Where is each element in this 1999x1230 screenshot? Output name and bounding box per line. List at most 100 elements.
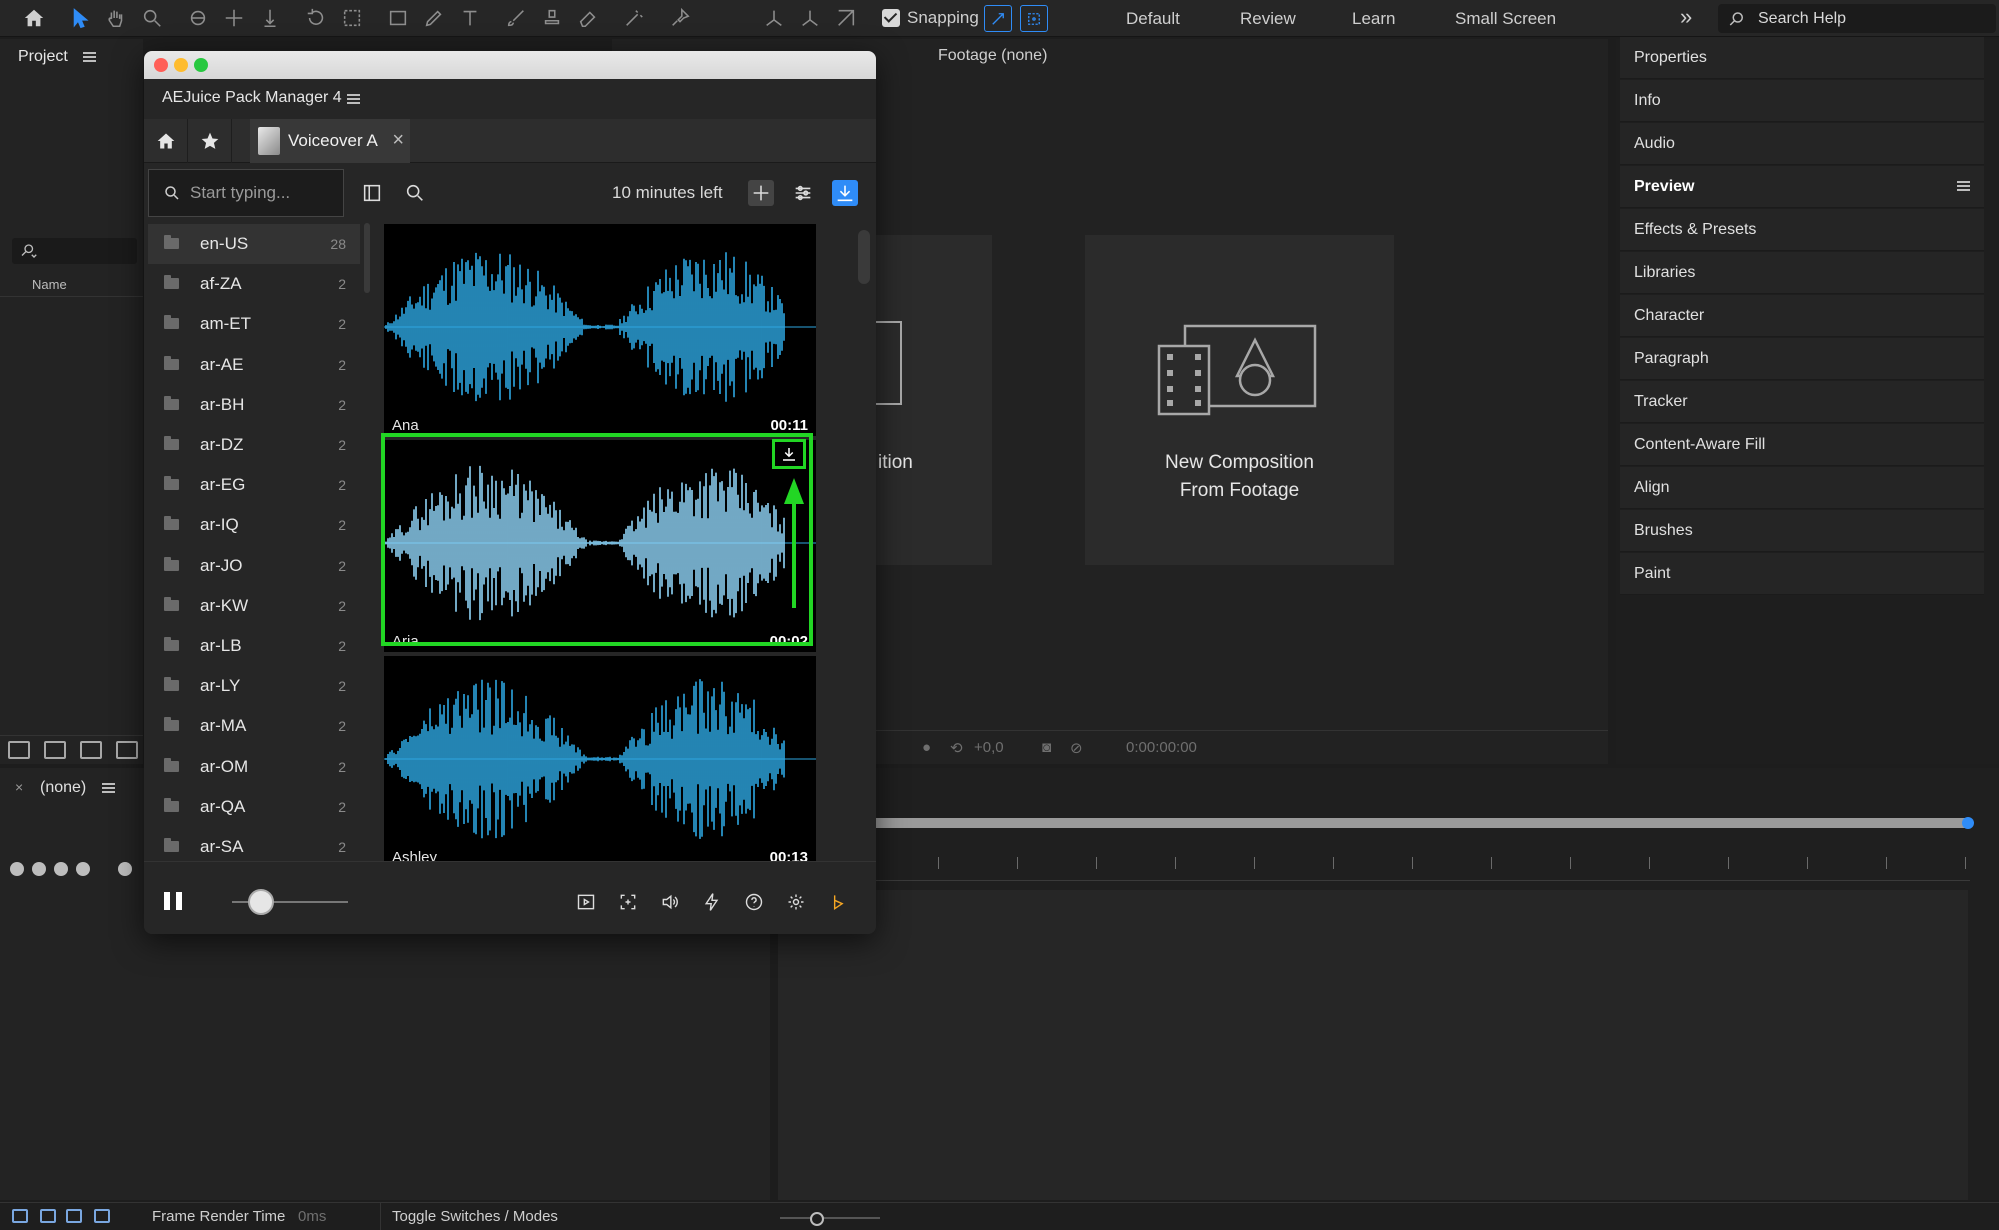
name-column-header[interactable]: Name bbox=[0, 273, 143, 297]
language-search-input[interactable]: Start typing... bbox=[148, 169, 344, 217]
snapping-checkbox[interactable] bbox=[882, 9, 900, 27]
project-search-input[interactable] bbox=[12, 238, 137, 264]
language-list-scrollbar[interactable] bbox=[364, 223, 370, 293]
clone-stamp-tool-icon[interactable] bbox=[538, 4, 566, 32]
panel-paragraph[interactable]: Paragraph bbox=[1620, 338, 1984, 380]
project-settings-icon[interactable] bbox=[116, 741, 138, 759]
work-area-bar[interactable] bbox=[870, 817, 1974, 829]
frame-blend-icon[interactable] bbox=[66, 1209, 82, 1223]
toggle-sidebar-icon[interactable] bbox=[359, 180, 385, 206]
favorites-tab-button[interactable] bbox=[188, 119, 232, 163]
voice-card-ana[interactable]: Ana 00:11 bbox=[384, 224, 816, 436]
help-icon[interactable] bbox=[742, 890, 766, 914]
panel-audio[interactable]: Audio bbox=[1620, 123, 1984, 165]
sound-icon[interactable] bbox=[658, 890, 682, 914]
snapping-toggle[interactable]: Snapping bbox=[882, 8, 979, 28]
aejuice-logo-icon[interactable] bbox=[826, 890, 850, 914]
voice-card-ashley[interactable]: Ashley 00:13 bbox=[384, 656, 816, 868]
panel-info[interactable]: Info bbox=[1620, 80, 1984, 122]
minimize-window-button[interactable] bbox=[174, 58, 188, 72]
search-help-field[interactable]: Search Help bbox=[1718, 4, 1996, 33]
workspace-learn[interactable]: Learn bbox=[1352, 9, 1395, 29]
language-item-ar-sa[interactable]: ar-SA 2 bbox=[148, 827, 360, 861]
label-tag-icon[interactable] bbox=[118, 862, 132, 876]
solo-icon[interactable] bbox=[54, 862, 68, 876]
footage-panel-title[interactable]: Footage (none) bbox=[938, 47, 1047, 65]
language-item-ar-jo[interactable]: ar-JO 2 bbox=[148, 546, 360, 586]
search-icon[interactable] bbox=[402, 180, 428, 206]
workspace-default[interactable]: Default bbox=[1126, 9, 1180, 29]
motion-blur-icon[interactable] bbox=[94, 1209, 110, 1223]
render-icon[interactable] bbox=[12, 1209, 28, 1223]
language-item-am-et[interactable]: am-ET 2 bbox=[148, 304, 360, 344]
axis-local-icon[interactable] bbox=[760, 4, 788, 32]
pen-tool-icon[interactable] bbox=[420, 4, 448, 32]
panel-brushes[interactable]: Brushes bbox=[1620, 510, 1984, 552]
panel-content-aware-fill[interactable]: Content-Aware Fill bbox=[1620, 424, 1984, 466]
filter-sliders-icon[interactable] bbox=[790, 180, 816, 206]
import-download-icon[interactable] bbox=[832, 180, 858, 206]
home-tab-button[interactable] bbox=[144, 119, 188, 163]
axis-world-icon[interactable] bbox=[796, 4, 824, 32]
timeline-title[interactable]: (none) bbox=[40, 779, 86, 797]
preview-play-icon[interactable] bbox=[574, 890, 598, 914]
orbit-tool-icon[interactable] bbox=[184, 4, 212, 32]
timeline-menu-icon[interactable] bbox=[102, 783, 115, 793]
timeline-close-icon[interactable]: × bbox=[15, 779, 23, 795]
axis-view-icon[interactable] bbox=[832, 4, 860, 32]
panel-align[interactable]: Align bbox=[1620, 467, 1984, 509]
snap-edges-icon[interactable] bbox=[984, 5, 1012, 32]
close-window-button[interactable] bbox=[154, 58, 168, 72]
panel-effects-presets[interactable]: Effects & Presets bbox=[1620, 209, 1984, 251]
type-tool-icon[interactable] bbox=[456, 4, 484, 32]
language-item-ar-bh[interactable]: ar-BH 2 bbox=[148, 385, 360, 425]
new-folder-icon[interactable] bbox=[44, 741, 66, 759]
pause-icon[interactable] bbox=[164, 892, 182, 910]
home-icon[interactable] bbox=[20, 4, 48, 32]
language-item-ar-dz[interactable]: ar-DZ 2 bbox=[148, 425, 360, 465]
project-panel-menu-icon[interactable] bbox=[83, 52, 96, 62]
panel-character[interactable]: Character bbox=[1620, 295, 1984, 337]
selection-tool-icon[interactable] bbox=[66, 4, 94, 32]
voice-list-scrollbar[interactable] bbox=[858, 230, 870, 284]
language-item-ar-kw[interactable]: ar-KW 2 bbox=[148, 586, 360, 626]
hand-tool-icon[interactable] bbox=[102, 4, 130, 32]
workspace-small-screen[interactable]: Small Screen bbox=[1455, 9, 1556, 29]
snapshot-icon[interactable]: ◙ bbox=[1042, 739, 1051, 756]
color-channel-icon[interactable]: ● bbox=[922, 739, 931, 756]
panel-properties[interactable]: Properties bbox=[1620, 37, 1984, 79]
preview-panel-menu-icon[interactable] bbox=[1957, 181, 1970, 191]
snap-features-icon[interactable] bbox=[1020, 5, 1048, 32]
close-tab-icon[interactable]: × bbox=[392, 129, 404, 152]
timeline-zoom-slider[interactable] bbox=[780, 1212, 880, 1226]
voiceover-tab[interactable]: Voiceover A × bbox=[250, 119, 410, 163]
lock-icon[interactable] bbox=[76, 862, 90, 876]
language-item-ar-lb[interactable]: ar-LB 2 bbox=[148, 626, 360, 666]
language-item-af-za[interactable]: af-ZA 2 bbox=[148, 264, 360, 304]
panel-preview[interactable]: Preview bbox=[1620, 166, 1984, 208]
pan-tool-icon[interactable] bbox=[220, 4, 248, 32]
add-icon[interactable] bbox=[748, 180, 774, 206]
exposure-reset-icon[interactable]: ⟲ bbox=[950, 739, 963, 757]
language-item-ar-ae[interactable]: ar-AE 2 bbox=[148, 345, 360, 385]
language-item-ar-ma[interactable]: ar-MA 2 bbox=[148, 706, 360, 746]
aejuice-menu-icon[interactable] bbox=[347, 94, 360, 104]
puppet-pin-tool-icon[interactable] bbox=[666, 4, 694, 32]
composition-flowchart-icon[interactable] bbox=[40, 1209, 56, 1223]
eraser-tool-icon[interactable] bbox=[574, 4, 602, 32]
zoom-tool-icon[interactable] bbox=[138, 4, 166, 32]
brush-tool-icon[interactable] bbox=[502, 4, 530, 32]
lightning-icon[interactable] bbox=[700, 890, 724, 914]
rotate-tool-icon[interactable] bbox=[302, 4, 330, 32]
audio-icon[interactable] bbox=[32, 862, 46, 876]
fit-frame-icon[interactable] bbox=[616, 890, 640, 914]
exposure-value[interactable]: +0,0 bbox=[974, 739, 1004, 756]
time-ruler[interactable] bbox=[870, 853, 1970, 881]
zoom-window-button[interactable] bbox=[194, 58, 208, 72]
dolly-tool-icon[interactable] bbox=[256, 4, 284, 32]
download-voice-button[interactable] bbox=[772, 439, 806, 469]
language-item-ar-om[interactable]: ar-OM 2 bbox=[148, 747, 360, 787]
new-composition-card[interactable]: ition bbox=[860, 235, 992, 565]
new-composition-from-footage-card[interactable]: New Composition From Footage bbox=[1085, 235, 1394, 565]
timecode[interactable]: 0:00:00:00 bbox=[1126, 739, 1197, 756]
